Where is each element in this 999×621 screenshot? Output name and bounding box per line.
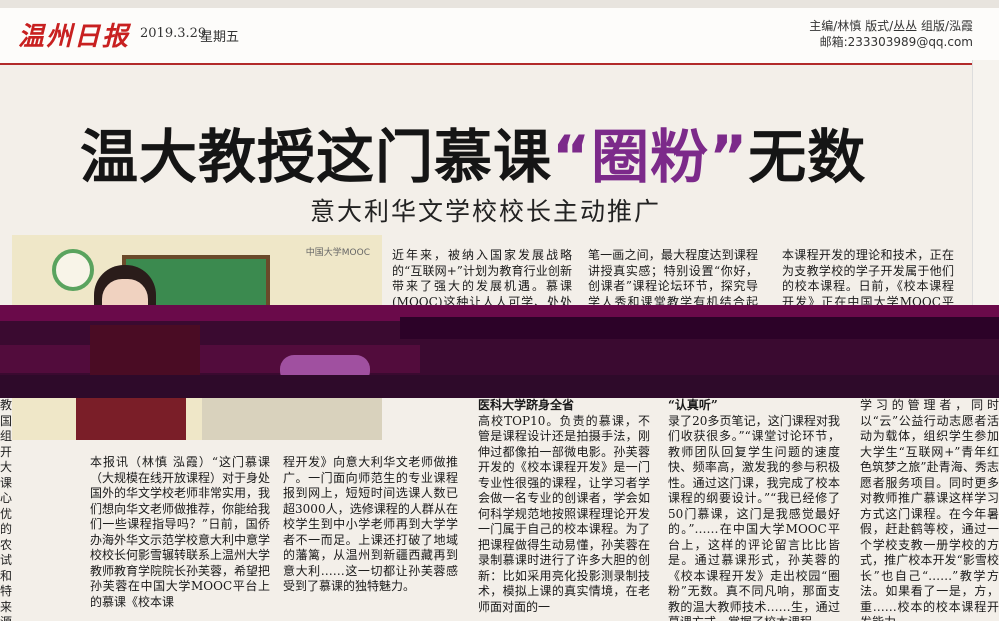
article-column-4: 本报讯（林慎 泓霞）“这门慕课（大规模在线开放课程）对于身处国外的华文学校老师非… xyxy=(90,455,270,621)
column-text: 程开发》向意大利华文老师做推广。一门面向师范生的专业课程报到网上，短短时间选课人… xyxy=(283,455,458,593)
column-text: 近年来，被纳入国家发展战略的“互联网+”计划为教育行业创新带来了强大的发展机遇。… xyxy=(392,248,572,308)
left-cut-column: 教国组开大课心优的农试和特来源个优观多说课程教文学伤 xyxy=(0,398,13,621)
newspaper-header: 温州日报 2019.3.29 星期五 主编/林慎 版式/丛丛 组版/泓霞 邮箱:… xyxy=(0,8,999,65)
column-text: 本报讯（林慎 泓霞）“这门慕课（大规模在线开放课程）对于身处国外的华文学校老师非… xyxy=(90,455,270,609)
column-text: 笔一画之间，最大程度达到课程讲授真实感；特别设置“你好，创课者”课程论坛环节，探… xyxy=(588,248,758,308)
editors-credits: 主编/林慎 版式/丛丛 组版/泓霞 邮箱:233303989@qq.com xyxy=(809,18,973,50)
article-column-1: 近年来，被纳入国家发展战略的“互联网+”计划为教育行业创新带来了强大的发展机遇。… xyxy=(392,248,572,308)
article-column-2: 笔一画之间，最大程度达到课程讲授真实感；特别设置“你好，创课者”课程论坛环节，探… xyxy=(588,248,758,308)
scan-artifact-band xyxy=(0,305,999,398)
column-text: 学习的管理者，同时以“云”公益行动志愿者活动为载体，组织学生参加大学生“互联网+… xyxy=(860,398,999,621)
column-subhead: 医科大学跻身全省 xyxy=(478,398,575,412)
issue-date: 2019.3.29 xyxy=(140,26,207,41)
article-column-5: 程开发》向意大利华文老师做推广。一门面向师范生的专业课程报到网上，短短时间选课人… xyxy=(283,455,458,621)
headline: 温大教授这门慕课“圈粉”无数 xyxy=(80,110,866,194)
headline-part-2: 无数 xyxy=(748,123,867,191)
artifact-stripe xyxy=(0,375,999,398)
column-subhead: “认真听” xyxy=(668,398,718,412)
headline-part-1: 温大教授这门慕课 xyxy=(80,123,553,191)
page-top-margin xyxy=(0,0,999,8)
headline-accent: “圈粉” xyxy=(552,123,749,191)
editor-email: 邮箱:233303989@qq.com xyxy=(819,35,973,49)
article-column-8: 学习的管理者，同时以“云”公益行动志愿者活动为载体，组织学生参加大学生“互联网+… xyxy=(860,398,999,621)
photo-watermark: 中国大学MOOC xyxy=(305,248,370,258)
editors-line: 主编/林慎 版式/丛丛 组版/泓霞 xyxy=(809,19,973,33)
article-column-7: “认真听” 录了20多页笔记，这门课程对我们收获很多。”“课堂讨论环节，教师团队… xyxy=(668,398,840,621)
adjacent-page-edge xyxy=(972,60,999,330)
artifact-stripe xyxy=(400,317,999,339)
column-text: 本课程开发的理论和技术，正在为支教学校的学子开发属于他们的校本课程。日前，《校本… xyxy=(782,248,954,308)
issue-weekday: 星期五 xyxy=(200,30,240,45)
article-column-3: 本课程开发的理论和技术，正在为支教学校的学子开发属于他们的校本课程。日前，《校本… xyxy=(782,248,954,308)
masthead: 温州日报 xyxy=(18,22,131,52)
subheadline: 意大利华文学校校长主动推广 xyxy=(310,197,662,226)
column-text: 录了20多页笔记，这门课程对我们收获很多。”“课堂讨论环节，教师团队回复学生问题… xyxy=(668,413,840,621)
column-text: 高校TOP10。负责的慕课，不管是课程设计还是拍摄手法，刚伸过都像拍一部微电影。… xyxy=(478,413,650,614)
article-column-6: 医科大学跻身全省 高校TOP10。负责的慕课，不管是课程设计还是拍摄手法，刚伸过… xyxy=(478,398,650,621)
